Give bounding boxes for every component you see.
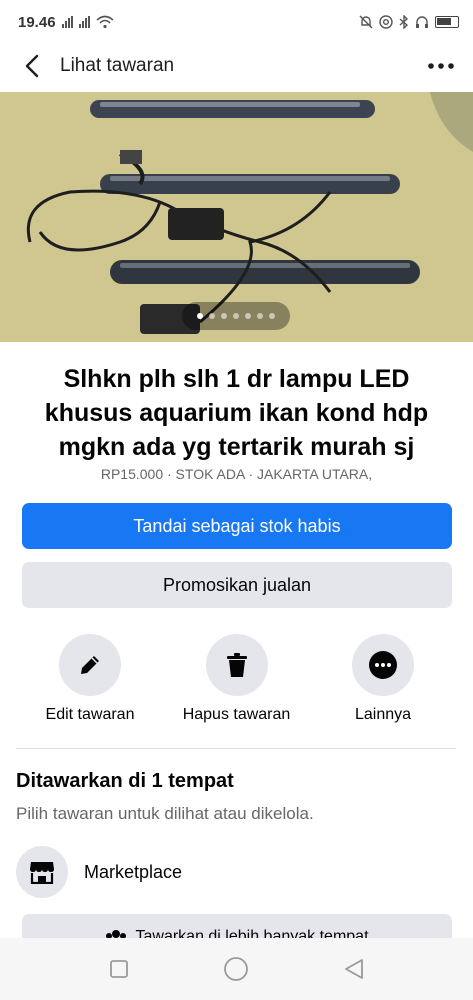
pagination-dot	[221, 313, 227, 319]
listing-title: Slhkn plh slh 1 dr lampu LED khusus aqua…	[44, 365, 429, 461]
status-right	[359, 15, 459, 29]
square-icon	[109, 960, 128, 978]
edit-circle	[59, 634, 121, 696]
back-button[interactable]	[12, 46, 52, 86]
storefront-icon	[30, 862, 54, 884]
silent-icon	[359, 15, 373, 29]
pagination-dot	[245, 313, 251, 319]
status-left: 19.46	[18, 14, 114, 31]
triangle-back-icon	[345, 959, 364, 979]
pagination-dot	[257, 313, 263, 319]
delete-listing-button[interactable]: Hapus tawaran	[167, 634, 307, 724]
circle-icon	[224, 957, 249, 981]
status-bar: 19.46	[0, 0, 473, 44]
offered-section-title: Ditawarkan di 1 tempat	[16, 770, 234, 792]
signal-icon-2	[78, 16, 90, 28]
promote-listing-button[interactable]: Promosikan jualan	[22, 562, 452, 608]
offered-section-subtitle: Pilih tawaran untuk dilihat atau dikelol…	[16, 804, 314, 823]
edit-listing-button[interactable]: Edit tawaran	[20, 634, 160, 724]
status-time: 19.46	[18, 13, 56, 31]
listing-meta: RP15.000 · STOK ADA · JAKARTA UTARA,	[100, 466, 373, 482]
page-title: Lihat tawaran	[60, 55, 175, 76]
trash-icon	[226, 653, 247, 677]
headphones-icon	[416, 16, 428, 28]
delete-circle	[205, 634, 268, 696]
recents-button[interactable]	[99, 949, 139, 989]
delete-listing-label: Hapus tawaran	[182, 706, 291, 723]
edit-listing-label: Edit tawaran	[45, 706, 135, 723]
more-horizontal-icon	[428, 63, 454, 69]
more-actions-label: Lainnya	[354, 706, 412, 723]
back-nav-button[interactable]	[334, 949, 374, 989]
divider	[16, 748, 456, 749]
chevron-left-icon	[25, 54, 39, 78]
marketplace-row[interactable]: Marketplace	[16, 846, 182, 898]
pagination-dot	[209, 313, 215, 319]
more-horizontal-icon	[369, 651, 397, 679]
more-actions-button[interactable]: Lainnya	[313, 634, 453, 724]
pencil-icon	[81, 656, 99, 674]
pagination-dot	[269, 313, 275, 319]
listing-actions: Edit tawaran Hapus tawaran Lainnya	[20, 634, 453, 724]
photo-pagination[interactable]	[182, 302, 290, 330]
promote-listing-label: Promosikan jualan	[162, 574, 312, 595]
listing-photo[interactable]	[0, 92, 473, 342]
wifi-icon	[96, 15, 114, 29]
pagination-dot-active	[197, 313, 203, 319]
at-icon	[379, 15, 393, 29]
home-button[interactable]	[216, 949, 256, 989]
mark-out-of-stock-label: Tandai sebagai stok habis	[133, 515, 341, 536]
battery-icon	[435, 16, 459, 28]
more-circle	[352, 634, 414, 696]
place-label: Marketplace	[84, 861, 183, 882]
mark-out-of-stock-button[interactable]: Tandai sebagai stok habis	[22, 503, 452, 549]
system-nav-bar	[0, 938, 473, 1000]
signal-icon	[61, 16, 73, 28]
bluetooth-icon	[399, 15, 409, 29]
app-header: Lihat tawaran	[0, 44, 473, 88]
pagination-dot	[233, 313, 239, 319]
more-options-button[interactable]	[421, 46, 461, 86]
place-icon-circle	[16, 846, 68, 898]
